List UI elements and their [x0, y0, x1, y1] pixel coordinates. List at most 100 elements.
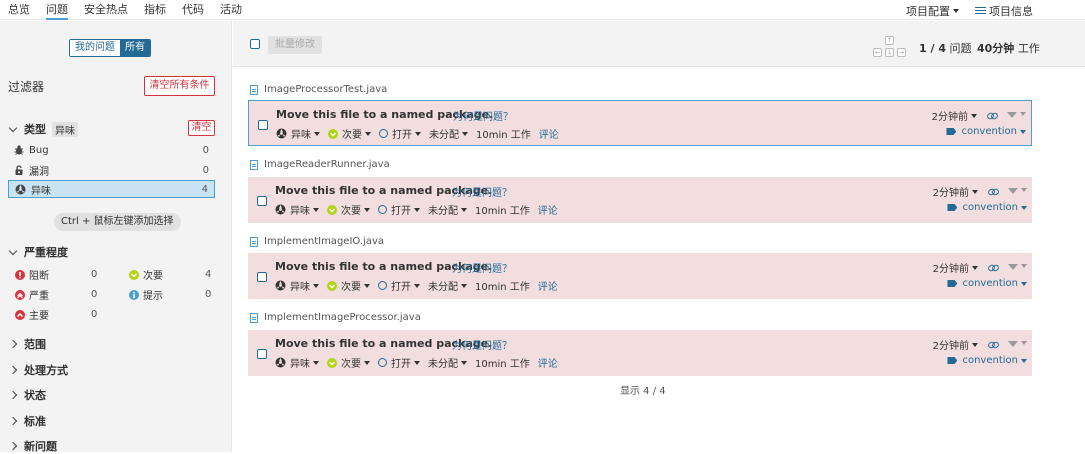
- my-issues-button[interactable]: 我的问题: [70, 40, 120, 56]
- facet-status[interactable]: 状态: [8, 387, 46, 403]
- issue-checkbox[interactable]: [257, 272, 267, 282]
- chevron-down-icon: [313, 207, 319, 212]
- type-facet-header[interactable]: 类型 异味: [8, 121, 78, 137]
- total-effort: 40分钟 工作: [977, 40, 1040, 56]
- project-settings-menu[interactable]: 项目配置: [906, 3, 959, 19]
- component-file-link[interactable]: ImplementImageProcessor.java: [250, 312, 421, 323]
- issue-type-dropdown[interactable]: 异味: [275, 278, 319, 293]
- issue-status-dropdown[interactable]: 打开: [378, 278, 420, 293]
- issue-assignee-dropdown[interactable]: 未分配: [429, 126, 468, 141]
- issue-time-menu[interactable]: 2分钟前: [933, 184, 978, 199]
- issue-assignee-dropdown[interactable]: 未分配: [428, 278, 467, 293]
- issue-checkbox[interactable]: [258, 120, 268, 130]
- filter-similar-button[interactable]: [1008, 186, 1027, 197]
- comment-link[interactable]: 评论: [538, 355, 558, 370]
- severity-major[interactable]: 主要 0: [15, 307, 97, 322]
- permalink-icon[interactable]: [988, 188, 998, 196]
- issue-severity-dropdown[interactable]: 次要: [328, 126, 371, 141]
- severity-minor[interactable]: 次要 4: [129, 267, 211, 282]
- issue-severity-dropdown[interactable]: 次要: [327, 202, 370, 217]
- severity-facet-header[interactable]: 严重程度: [8, 244, 68, 260]
- issue-tags-dropdown[interactable]: convention: [947, 278, 1027, 289]
- component-file-link[interactable]: ImageProcessorTest.java: [250, 84, 387, 95]
- tab-security-hotspots[interactable]: 安全热点: [84, 3, 128, 20]
- project-info-label: 项目信息: [989, 5, 1033, 18]
- select-all-checkbox[interactable]: [250, 39, 260, 49]
- effort-label: 工作: [1017, 42, 1040, 55]
- comment-link[interactable]: 评论: [538, 202, 558, 217]
- issue-tags-dropdown[interactable]: convention: [947, 355, 1027, 366]
- why-is-this-an-issue-link[interactable]: 为何是问题？: [452, 337, 512, 352]
- facet-standards[interactable]: 标准: [8, 413, 46, 429]
- tab-code[interactable]: 代码: [182, 3, 204, 20]
- severity-info[interactable]: 提示 0: [129, 287, 211, 302]
- issue-assignee-dropdown[interactable]: 未分配: [428, 202, 467, 217]
- issue-tags-dropdown[interactable]: convention: [947, 202, 1027, 213]
- bulk-change-button[interactable]: 批量修改: [268, 36, 322, 54]
- issue-time: 2分钟前: [932, 264, 969, 275]
- why-is-this-an-issue-link[interactable]: 为何是问题？: [452, 260, 512, 275]
- tab-measures[interactable]: 指标: [144, 3, 166, 20]
- chevron-down-icon: [8, 123, 18, 132]
- tab-overview[interactable]: 总览: [8, 3, 30, 20]
- issue-severity-dropdown[interactable]: 次要: [327, 278, 370, 293]
- issues-toolbar: 批量修改 ↑ ← ↓ → 1 / 4 问题 40分钟 工作: [233, 21, 1085, 67]
- permalink-icon[interactable]: [988, 264, 998, 272]
- clear-all-filters-button[interactable]: 清空所有条件: [144, 76, 215, 96]
- issue-status-dropdown[interactable]: 打开: [378, 355, 420, 370]
- component-file-link[interactable]: ImageReaderRunner.java: [250, 159, 390, 170]
- chevron-down-icon: [1021, 264, 1027, 268]
- severity-critical[interactable]: 严重 0: [15, 287, 97, 302]
- permalink-icon[interactable]: [988, 341, 998, 349]
- facet-item-count: 0: [202, 164, 209, 176]
- filter-icon: [1008, 341, 1018, 347]
- facet-item-vulnerability[interactable]: 漏洞 0: [8, 161, 215, 179]
- facet-resolution[interactable]: 处理方式: [8, 362, 68, 378]
- issue-right-actions: 2分钟前: [933, 337, 1027, 352]
- filters-sidebar: 我的问题 所有 过滤器 清空所有条件 类型 异味 清空 Bug 0 漏洞 0 异…: [0, 21, 232, 453]
- issues-label: 问题: [949, 42, 972, 55]
- filter-similar-button[interactable]: [1007, 110, 1026, 121]
- issue-row[interactable]: Move this file to a named package. 为何是问题…: [248, 100, 1032, 146]
- issue-time-menu[interactable]: 2分钟前: [932, 108, 977, 123]
- issue-type-dropdown[interactable]: 异味: [276, 126, 320, 141]
- issue-checkbox[interactable]: [257, 196, 267, 206]
- severity-blocker[interactable]: 阻断 0: [15, 267, 97, 282]
- issue-time-menu[interactable]: 2分钟前: [933, 337, 978, 352]
- component-file-link[interactable]: ImplementImageIO.java: [250, 236, 384, 247]
- issue-row[interactable]: Move this file to a named package. 为何是问题…: [248, 253, 1032, 299]
- chevron-down-icon: [1021, 188, 1027, 192]
- tab-issues[interactable]: 问题: [46, 3, 68, 20]
- issue-time-menu[interactable]: 2分钟前: [933, 260, 978, 275]
- comment-link[interactable]: 评论: [539, 126, 559, 141]
- issue-type: 异味: [291, 130, 311, 141]
- project-info-link[interactable]: 项目信息: [975, 3, 1033, 19]
- issue-status-dropdown[interactable]: 打开: [379, 126, 421, 141]
- facet-item-count: 4: [201, 183, 208, 195]
- issue-status-dropdown[interactable]: 打开: [378, 202, 420, 217]
- file-icon: [250, 84, 258, 95]
- issue-assignee: 未分配: [428, 206, 458, 217]
- chevron-down-icon: [461, 360, 467, 365]
- why-is-this-an-issue-link[interactable]: 为何是问题？: [453, 108, 513, 123]
- file-name: ImageProcessorTest.java: [264, 84, 388, 95]
- issue-type-dropdown[interactable]: 异味: [275, 202, 319, 217]
- filter-similar-button[interactable]: [1008, 262, 1027, 273]
- comment-link[interactable]: 评论: [538, 278, 558, 293]
- issue-type-dropdown[interactable]: 异味: [275, 355, 319, 370]
- issue-checkbox[interactable]: [257, 349, 267, 359]
- issue-tags-dropdown[interactable]: convention: [946, 126, 1026, 137]
- clear-type-button[interactable]: 清空: [188, 120, 215, 136]
- permalink-icon[interactable]: [987, 112, 997, 120]
- facet-scope[interactable]: 范围: [8, 336, 46, 352]
- all-issues-button[interactable]: 所有: [120, 40, 150, 56]
- issue-row[interactable]: Move this file to a named package. 为何是问题…: [248, 330, 1032, 376]
- issue-row[interactable]: Move this file to a named package. 为何是问题…: [248, 177, 1032, 223]
- facet-item-code-smell[interactable]: 异味 4: [8, 180, 215, 198]
- tab-activity[interactable]: 活动: [220, 3, 242, 20]
- facet-item-bug[interactable]: Bug 0: [8, 141, 215, 159]
- issue-assignee-dropdown[interactable]: 未分配: [428, 355, 467, 370]
- filter-similar-button[interactable]: [1008, 339, 1027, 350]
- why-is-this-an-issue-link[interactable]: 为何是问题？: [452, 184, 512, 199]
- issue-severity-dropdown[interactable]: 次要: [327, 355, 370, 370]
